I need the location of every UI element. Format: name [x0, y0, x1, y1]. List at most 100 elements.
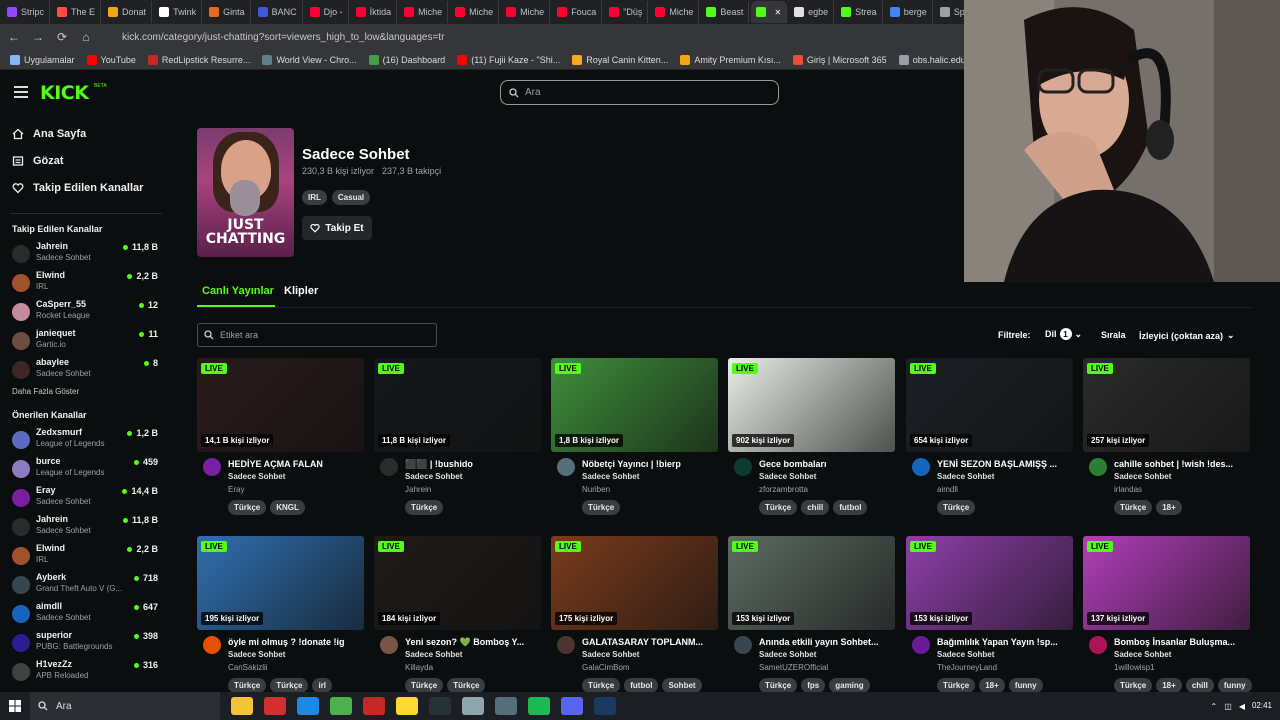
- edge-icon[interactable]: [297, 697, 319, 715]
- streamer-name[interactable]: Jahrein: [405, 485, 431, 494]
- stream-category[interactable]: Sadece Sohbet: [937, 472, 994, 481]
- stream-category[interactable]: Sadece Sohbet: [405, 650, 462, 659]
- channel-item[interactable]: H1vezZz APB Reloaded 316: [0, 658, 172, 687]
- stream-card[interactable]: LIVE 1,8 B kişi izliyor Nöbetçi Yayıncı | …: [551, 358, 718, 518]
- stream-title[interactable]: HEDİYE AÇMA FALAN: [228, 459, 362, 469]
- start-button[interactable]: [0, 692, 30, 720]
- nav-following[interactable]: Takip Edilen Kanallar: [0, 174, 172, 201]
- stream-card[interactable]: LIVE 257 kişi izliyor cahille sohbet | !wi…: [1083, 358, 1250, 518]
- stream-tag[interactable]: Türkçe: [937, 500, 976, 515]
- stream-tag[interactable]: funny: [1217, 678, 1252, 693]
- bookmark-item[interactable]: Giriş | Microsoft 365: [792, 54, 887, 65]
- browser-tab[interactable]: İktida: [351, 1, 398, 23]
- stream-tag[interactable]: 18+: [979, 678, 1005, 693]
- channel-item[interactable]: Jahrein Sadece Sohbet 11,8 B: [0, 240, 172, 269]
- stream-title[interactable]: Gece bombaları: [759, 459, 893, 469]
- stream-category[interactable]: Sadece Sohbet: [759, 472, 816, 481]
- tab-clips[interactable]: Klipler: [284, 285, 318, 297]
- browser-tab[interactable]: Beast: [701, 1, 750, 23]
- site-search[interactable]: [500, 80, 779, 105]
- tag-search-input[interactable]: [220, 330, 420, 340]
- stream-thumbnail[interactable]: LIVE 654 kişi izliyor: [906, 358, 1073, 452]
- stream-thumbnail[interactable]: LIVE 184 kişi izliyor: [374, 536, 541, 630]
- bookmark-item[interactable]: (16) Dashboard: [368, 54, 445, 65]
- stream-category[interactable]: Sadece Sohbet: [1114, 472, 1171, 481]
- stream-tag[interactable]: Türkçe: [759, 500, 798, 515]
- streamer-avatar[interactable]: [380, 458, 398, 476]
- stream-tag[interactable]: Türkçe: [582, 678, 621, 693]
- chrome-icon[interactable]: [330, 697, 352, 715]
- spotify-icon[interactable]: [528, 697, 550, 715]
- streamer-avatar[interactable]: [203, 636, 221, 654]
- steam-icon[interactable]: [495, 697, 517, 715]
- stream-thumbnail[interactable]: LIVE 195 kişi izliyor: [197, 536, 364, 630]
- channel-item[interactable]: superior PUBG: Battlegrounds 398: [0, 629, 172, 658]
- stream-tag[interactable]: Türkçe: [228, 678, 267, 693]
- category-tag[interactable]: IRL: [302, 190, 327, 205]
- hamburger-menu-icon[interactable]: [14, 86, 28, 98]
- discord-icon[interactable]: [561, 697, 583, 715]
- browser-tab[interactable]: Stripc: [2, 1, 51, 23]
- browser-tab[interactable]: Miche: [501, 1, 551, 23]
- app-icon[interactable]: [363, 697, 385, 715]
- stream-tag[interactable]: fps: [801, 678, 826, 693]
- stream-tag[interactable]: futbol: [833, 500, 868, 515]
- stream-tag[interactable]: chill: [801, 500, 830, 515]
- stream-tag[interactable]: 18+: [1156, 678, 1182, 693]
- channel-item[interactable]: Zedxsmurf League of Legends 1,2 B: [0, 426, 172, 455]
- streamer-avatar[interactable]: [203, 458, 221, 476]
- browser-tab[interactable]: egbe: [789, 1, 835, 23]
- streamer-name[interactable]: zforzambrotta: [759, 485, 808, 494]
- stream-thumbnail[interactable]: LIVE 153 kişi izliyor: [906, 536, 1073, 630]
- stream-category[interactable]: Sadece Sohbet: [228, 650, 285, 659]
- streamer-name[interactable]: Killayda: [405, 663, 433, 672]
- stream-title[interactable]: cahille sohbet | !wish !des...: [1114, 459, 1248, 469]
- stream-category[interactable]: Sadece Sohbet: [759, 650, 816, 659]
- stream-thumbnail[interactable]: LIVE 14,1 B kişi izliyor: [197, 358, 364, 452]
- nav-home[interactable]: Ana Sayfa: [0, 120, 172, 147]
- streamer-avatar[interactable]: [734, 636, 752, 654]
- stream-tag[interactable]: futbol: [624, 678, 659, 693]
- stream-category[interactable]: Sadece Sohbet: [228, 472, 285, 481]
- stream-title[interactable]: Yeni sezon? 💚 Bomboş Y...: [405, 637, 539, 648]
- streamer-name[interactable]: SametUZEROfficial: [759, 663, 828, 672]
- settings-icon[interactable]: [462, 697, 484, 715]
- streamer-avatar[interactable]: [912, 458, 930, 476]
- stream-thumbnail[interactable]: LIVE 137 kişi izliyor: [1083, 536, 1250, 630]
- stream-thumbnail[interactable]: LIVE 257 kişi izliyor: [1083, 358, 1250, 452]
- search-input[interactable]: [525, 87, 765, 98]
- stream-tag[interactable]: Türkçe: [1114, 500, 1153, 515]
- stream-thumbnail[interactable]: LIVE 153 kişi izliyor: [728, 536, 895, 630]
- stream-tag[interactable]: funny: [1008, 678, 1043, 693]
- stream-tag[interactable]: 18+: [1156, 500, 1182, 515]
- clock[interactable]: 02:41: [1252, 701, 1272, 711]
- stream-tag[interactable]: Türkçe: [405, 678, 444, 693]
- bookmark-item[interactable]: (11) Fujii Kaze - "Shi...: [457, 54, 560, 65]
- chevron-up-icon[interactable]: ⌃: [1211, 702, 1218, 711]
- streamer-avatar[interactable]: [1089, 458, 1107, 476]
- stream-card[interactable]: LIVE 195 kişi izliyor öyle mi olmuş ? !don…: [197, 536, 364, 696]
- stream-card[interactable]: LIVE 137 kişi izliyor Bomboş İnsanlar Bulu…: [1083, 536, 1252, 696]
- stream-tag[interactable]: Türkçe: [447, 678, 486, 693]
- browser-tab[interactable]: Miche: [399, 1, 449, 23]
- streamer-name[interactable]: Nuriben: [582, 485, 610, 494]
- reload-icon[interactable]: ⟳: [56, 30, 68, 44]
- close-icon[interactable]: ✕: [774, 8, 781, 17]
- stream-tag[interactable]: Türkçe: [405, 500, 444, 515]
- stream-thumbnail[interactable]: LIVE 1,8 B kişi izliyor: [551, 358, 718, 452]
- browser-tab[interactable]: Donat: [103, 1, 153, 23]
- category-tag[interactable]: Casual: [331, 190, 371, 205]
- steam-app-icon[interactable]: [594, 697, 616, 715]
- taskbar-search[interactable]: [30, 692, 220, 720]
- network-icon[interactable]: ◫: [1224, 702, 1232, 711]
- bookmark-item[interactable]: Amity Premium Kısı...: [680, 54, 781, 65]
- browser-tab[interactable]: Twink: [154, 1, 203, 23]
- stream-tag[interactable]: Türkçe: [270, 678, 309, 693]
- channel-item[interactable]: aimdll Sadece Sohbet 647: [0, 600, 172, 629]
- streamer-name[interactable]: Eray: [228, 485, 244, 494]
- stream-tag[interactable]: irl: [312, 678, 333, 693]
- browser-tab[interactable]: Miche: [450, 1, 500, 23]
- stream-tag[interactable]: gaming: [829, 678, 870, 693]
- bookmark-item[interactable]: Royal Canin Kitten...: [572, 54, 668, 65]
- stream-title[interactable]: Bağımlılık Yapan Yayın !sp...: [937, 637, 1071, 647]
